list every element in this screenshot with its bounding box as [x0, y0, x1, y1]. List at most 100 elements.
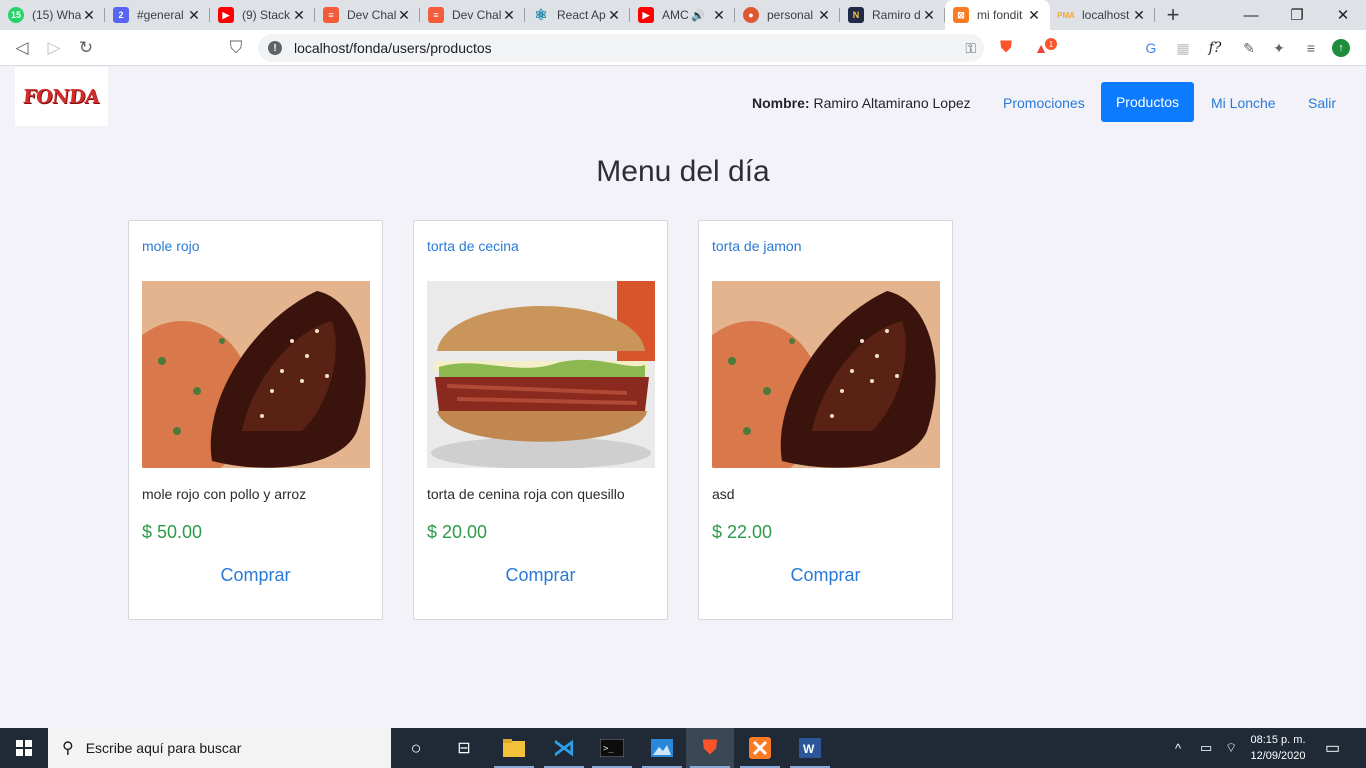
close-icon[interactable]: ✕: [606, 7, 622, 24]
browser-tab[interactable]: ≡ Dev Chal ✕: [420, 0, 525, 30]
browser-tab[interactable]: ● personal ✕: [735, 0, 840, 30]
close-icon[interactable]: ✕: [1026, 7, 1042, 24]
product-title[interactable]: mole rojo: [142, 238, 200, 254]
logo-text: FONDA: [22, 85, 101, 108]
user-name: Nombre: Ramiro Altamirano Lopez: [752, 95, 971, 111]
browser-tab[interactable]: ⚛ React Ap ✕: [525, 0, 630, 30]
tab-title: mi fondit: [977, 8, 1023, 22]
xampp-icon[interactable]: [736, 728, 784, 768]
nav-promociones[interactable]: Promociones: [1003, 95, 1085, 111]
info-icon[interactable]: !: [268, 41, 282, 55]
react-icon: ⚛: [534, 7, 548, 24]
browser-tab[interactable]: ▶ AMC 🔊 ✕: [630, 0, 735, 30]
buy-button[interactable]: Comprar: [414, 565, 667, 586]
browser-tab-active[interactable]: ⊠ mi fondit ✕: [945, 0, 1050, 30]
close-icon[interactable]: ✕: [291, 7, 307, 24]
devchallenges-icon: ≡: [323, 7, 339, 23]
photos-icon[interactable]: [638, 728, 686, 768]
brave-browser-icon[interactable]: ⛊: [686, 728, 734, 768]
close-icon[interactable]: ✕: [1131, 7, 1147, 24]
profile-icon[interactable]: ↑: [1332, 39, 1350, 57]
browser-tab[interactable]: 15 (15) What ✕: [0, 0, 105, 30]
playlist-icon[interactable]: ≡: [1300, 37, 1322, 59]
cortana-icon[interactable]: ○: [392, 728, 440, 768]
buy-button[interactable]: Comprar: [129, 565, 382, 586]
notifications-icon[interactable]: ▭: [1325, 728, 1340, 768]
xampp-icon: ⊠: [953, 7, 969, 23]
search-icon: ⚲: [62, 740, 74, 757]
new-tab-button[interactable]: +: [1155, 0, 1191, 30]
translate-icon[interactable]: G: [1140, 37, 1162, 59]
task-view-icon[interactable]: ⊟: [440, 728, 488, 768]
restore-button[interactable]: ❐: [1274, 0, 1320, 30]
reload-icon[interactable]: ↻: [70, 32, 102, 64]
browser-tab[interactable]: ≡ Dev Chal ✕: [315, 0, 420, 30]
browser-tab[interactable]: PMA localhost ✕: [1050, 0, 1155, 30]
wifi-icon[interactable]: ⌔: [1225, 728, 1237, 768]
svg-text:W: W: [803, 742, 815, 756]
address-bar[interactable]: ! localhost/fonda/users/productos ⚿: [258, 34, 984, 62]
browser-tab[interactable]: 2 #general ✕: [105, 0, 210, 30]
close-icon[interactable]: ✕: [501, 7, 517, 24]
tab-title: AMC: [662, 8, 689, 22]
phpmyadmin-icon: PMA: [1057, 10, 1075, 20]
product-image-mole: [142, 281, 370, 468]
tab-title: (9) Stack: [242, 8, 291, 22]
close-icon[interactable]: ✕: [816, 7, 832, 24]
youtube-icon: ▶: [218, 7, 234, 23]
vscode-icon[interactable]: ⋊: [540, 728, 588, 768]
eyedropper-icon[interactable]: ✎: [1238, 37, 1260, 59]
svg-text:>_: >_: [603, 744, 614, 754]
product-image-mole: [712, 281, 940, 468]
browser-tab[interactable]: ▶ (9) Stack ✕: [210, 0, 315, 30]
tab-title: personal: [767, 8, 814, 22]
devchallenges-icon: ≡: [428, 7, 444, 23]
tab-title: (15) What: [32, 8, 81, 22]
forward-icon[interactable]: ▷: [38, 32, 70, 64]
youtube-icon: ▶: [638, 7, 654, 23]
word-icon[interactable]: W: [786, 728, 834, 768]
puzzle-icon[interactable]: ✦: [1268, 37, 1290, 59]
product-price: $ 20.00: [427, 522, 488, 542]
windows-start-icon[interactable]: [0, 728, 48, 768]
extension-icon[interactable]: ▦: [1172, 37, 1194, 59]
rewards-badge: 1: [1045, 38, 1057, 50]
close-icon[interactable]: ✕: [186, 7, 202, 24]
battery-icon[interactable]: ▭: [1200, 728, 1212, 768]
show-hidden-icons[interactable]: ^: [1175, 728, 1181, 768]
close-icon[interactable]: ✕: [921, 7, 937, 24]
bookmark-icon[interactable]: ⛉: [220, 32, 252, 64]
brave-shield-icon[interactable]: ⛊: [995, 37, 1017, 59]
browser-tab[interactable]: N Ramiro d ✕: [840, 0, 945, 30]
buy-button[interactable]: Comprar: [699, 565, 952, 586]
tab-title: React Ap: [557, 8, 606, 22]
product-title[interactable]: torta de cecina: [427, 238, 519, 254]
minimize-button[interactable]: —: [1228, 0, 1274, 30]
product-image-torta: [427, 281, 655, 468]
tab-title: localhost: [1082, 8, 1130, 22]
key-icon[interactable]: ⚿: [965, 40, 976, 57]
back-icon[interactable]: ◁: [6, 32, 38, 64]
page-title: Menu del día: [596, 155, 770, 188]
url-text[interactable]: localhost/fonda/users/productos: [294, 40, 492, 56]
formula-icon[interactable]: f?: [1204, 37, 1226, 59]
terminal-icon[interactable]: >_: [588, 728, 636, 768]
speaker-icon[interactable]: 🔊: [691, 9, 705, 22]
close-icon[interactable]: ✕: [81, 7, 97, 24]
clock[interactable]: 08:15 p. m. 12/09/2020: [1243, 732, 1313, 764]
user-name-label: Nombre:: [752, 95, 810, 111]
logo[interactable]: FONDA: [15, 67, 108, 126]
nav-mi-lonche[interactable]: Mi Lonche: [1211, 95, 1276, 111]
nav-productos[interactable]: Productos: [1101, 82, 1194, 122]
close-window-button[interactable]: ✕: [1320, 0, 1366, 30]
close-icon[interactable]: ✕: [711, 7, 727, 24]
whatsapp-icon: 15: [8, 7, 24, 23]
taskbar-search[interactable]: ⚲ Escribe aquí para buscar: [48, 728, 391, 768]
user-name-value: Ramiro Altamirano Lopez: [813, 95, 971, 111]
close-icon[interactable]: ✕: [396, 7, 412, 24]
product-title[interactable]: torta de jamon: [712, 238, 802, 254]
product-description: torta de cenina roja con quesillo: [427, 486, 625, 502]
nav-salir[interactable]: Salir: [1308, 95, 1336, 111]
file-explorer-icon[interactable]: [490, 728, 538, 768]
product-card: mole rojo mole rojo con pollo y arroz $ …: [128, 220, 383, 620]
